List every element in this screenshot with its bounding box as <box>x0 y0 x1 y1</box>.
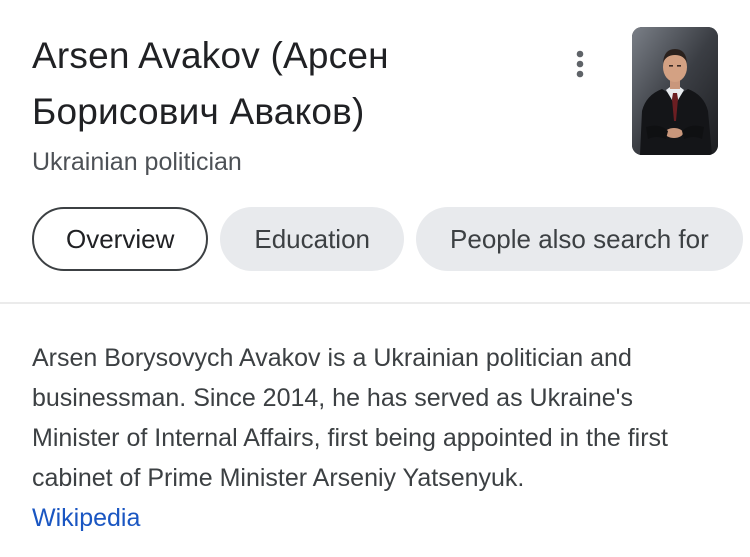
chip-education[interactable]: Education <box>220 207 405 271</box>
section-divider <box>0 302 750 304</box>
panel-header: Arsen Avakov (Арсен Борисович Аваков) Uk… <box>32 28 552 178</box>
more-options-button[interactable] <box>556 40 604 88</box>
chip-overview[interactable]: Overview <box>32 207 209 271</box>
entity-title: Arsen Avakov (Арсен Борисович Аваков) <box>32 35 389 132</box>
source-link-wikipedia[interactable]: Wikipedia <box>32 504 140 532</box>
chip-people-also-search-for[interactable]: People also search for <box>416 207 743 271</box>
person-photo-image <box>632 27 718 155</box>
more-vert-icon <box>576 50 584 78</box>
knowledge-panel: Arsen Avakov (Арсен Борисович Аваков) Uk… <box>0 0 750 557</box>
entity-photo[interactable] <box>632 27 718 155</box>
entity-subtitle: Ukrainian politician <box>32 148 242 176</box>
description-text: Arsen Borysovych Avakov is a Ukrainian p… <box>32 344 668 492</box>
entity-description: Arsen Borysovych Avakov is a Ukrainian p… <box>32 338 722 538</box>
tab-chips: Overview Education People also search fo… <box>32 207 743 271</box>
